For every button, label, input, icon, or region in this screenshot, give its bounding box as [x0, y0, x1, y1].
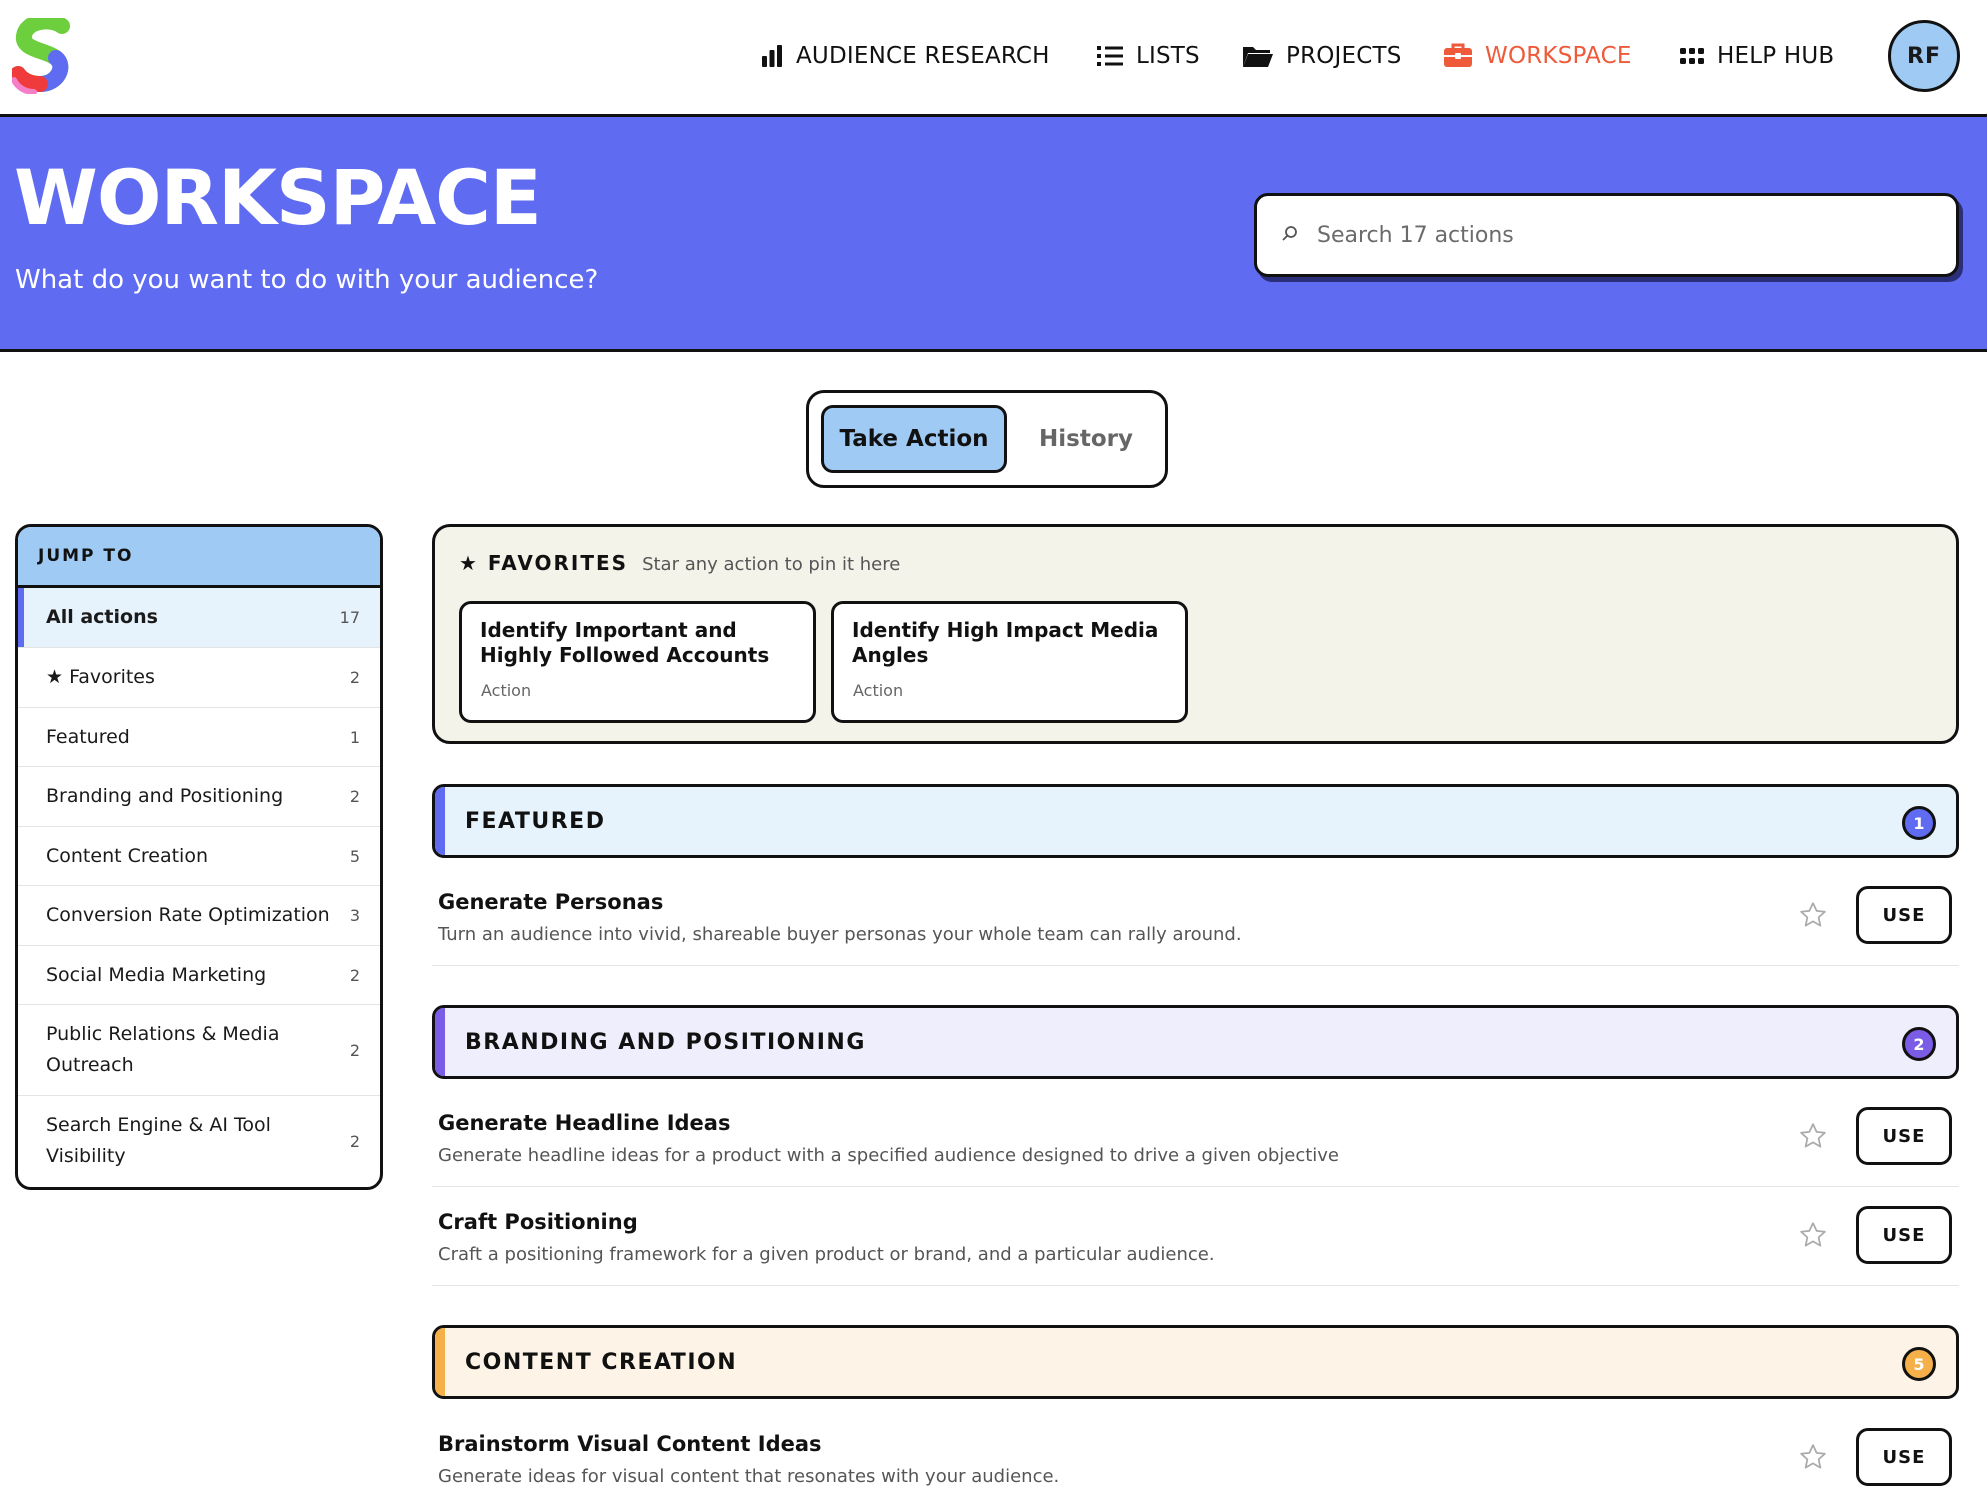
star-icon[interactable] — [1798, 1121, 1828, 1151]
use-button[interactable]: USE — [1856, 1107, 1952, 1165]
favorite-card-title: Identify High Impact Media Angles — [852, 618, 1159, 667]
section-title: CONTENT CREATION — [465, 1349, 738, 1375]
sidebar-item-label: Public Relations & Media Outreach — [46, 1023, 280, 1076]
action-row: Generate Headline Ideas Generate headlin… — [432, 1089, 1959, 1187]
section-title: FEATURED — [465, 808, 606, 834]
sidebar-item-label: All actions — [46, 606, 158, 628]
favorites-header: ★ FAVORITES Star any action to pin it he… — [459, 551, 900, 575]
use-button[interactable]: USE — [1856, 1428, 1952, 1486]
favorite-card-title: Identify Important and Highly Followed A… — [480, 618, 770, 667]
section-accent-bar — [435, 787, 445, 855]
folder-icon — [1242, 43, 1274, 69]
action-name: Craft Positioning — [438, 1210, 638, 1234]
sidebar-item-count: 2 — [349, 787, 360, 806]
star-icon[interactable] — [1798, 900, 1828, 930]
sidebar-item-count: 2 — [349, 965, 360, 985]
sidebar-item-social-media[interactable]: Social Media Marketing 2 — [18, 946, 380, 1005]
section-accent-bar — [435, 1328, 445, 1396]
nav-workspace[interactable]: WORKSPACE — [1443, 36, 1632, 76]
action-description: Turn an audience into vivid, shareable b… — [438, 924, 1242, 945]
logo-icon[interactable] — [10, 13, 74, 95]
tab-take-action[interactable]: Take Action — [821, 405, 1007, 473]
nav-label: HELP HUB — [1717, 43, 1835, 69]
sidebar-item-count: 2 — [349, 668, 360, 687]
section-count-badge: 2 — [1902, 1027, 1936, 1061]
sidebar-item-count: 2 — [349, 1040, 360, 1060]
sidebar-item-label: Social Media Marketing — [46, 963, 267, 986]
nav-label: AUDIENCE RESEARCH — [796, 43, 1050, 69]
jump-to-sidebar: JUMP TO All actions 17 ★ Favorites 2 Fea… — [15, 524, 383, 1190]
section-header-branding: BRANDING AND POSITIONING 2 — [432, 1005, 1959, 1079]
action-description: Generate ideas for visual content that r… — [438, 1466, 1060, 1487]
section-header-featured: FEATURED 1 — [432, 784, 1959, 858]
nav-label: WORKSPACE — [1485, 43, 1632, 69]
sidebar-item-count: 2 — [349, 1131, 360, 1151]
top-navigation: AUDIENCE RESEARCH LISTS PROJECTS WORKSPA… — [0, 0, 1987, 117]
nav-label: LISTS — [1136, 43, 1200, 69]
sidebar-item-label: Branding and Positioning — [46, 785, 284, 807]
sidebar-item-featured[interactable]: Featured 1 — [18, 708, 380, 767]
sidebar-item-count: 3 — [349, 906, 360, 925]
sidebar-item-count: 5 — [349, 846, 360, 866]
sidebar-item-count: 1 — [349, 727, 360, 747]
action-row: Craft Positioning Craft a positioning fr… — [432, 1188, 1959, 1286]
nav-label: PROJECTS — [1286, 43, 1402, 69]
list-icon — [1096, 44, 1124, 68]
page-subtitle: What do you want to do with your audienc… — [15, 265, 599, 295]
star-icon[interactable] — [1798, 1442, 1828, 1472]
page-title: WORKSPACE — [14, 153, 542, 242]
tab-history[interactable]: History — [1013, 405, 1159, 473]
sidebar-item-favorites[interactable]: ★ Favorites 2 — [18, 648, 380, 708]
sidebar-item-label: Conversion Rate Optimization — [46, 904, 330, 926]
sidebar-item-pr[interactable]: Public Relations & Media Outreach 2 — [18, 1005, 380, 1096]
bar-chart-icon — [760, 44, 784, 68]
grid-dots-icon — [1679, 46, 1705, 66]
sidebar-heading: JUMP TO — [18, 527, 380, 588]
action-row: Brainstorm Visual Content Ideas Generate… — [432, 1410, 1959, 1506]
action-name: Generate Personas — [438, 890, 664, 914]
nav-help-hub[interactable]: HELP HUB — [1679, 36, 1834, 76]
page-header: WORKSPACE What do you want to do with yo… — [0, 117, 1987, 352]
section-title: BRANDING AND POSITIONING — [465, 1029, 866, 1055]
sidebar-item-search-visibility[interactable]: Search Engine & AI Tool Visibility 2 — [18, 1096, 380, 1186]
nav-audience-research[interactable]: AUDIENCE RESEARCH — [760, 36, 1050, 76]
sidebar-item-content-creation[interactable]: Content Creation 5 — [18, 827, 380, 886]
action-row: Generate Personas Turn an audience into … — [432, 868, 1959, 966]
favorites-panel: ★ FAVORITES Star any action to pin it he… — [432, 524, 1959, 744]
use-button[interactable]: USE — [1856, 886, 1952, 944]
action-description: Generate headline ideas for a product wi… — [438, 1145, 1340, 1166]
favorites-hint: Star any action to pin it here — [642, 554, 901, 575]
nav-lists[interactable]: LISTS — [1096, 36, 1200, 76]
sidebar-item-branding[interactable]: Branding and Positioning 2 — [18, 767, 380, 827]
favorite-card-type: Action — [853, 681, 904, 700]
section-count-badge: 5 — [1902, 1347, 1936, 1381]
sidebar-item-all-actions[interactable]: All actions 17 — [18, 588, 380, 648]
briefcase-icon — [1443, 43, 1473, 69]
sidebar-item-count: 17 — [339, 608, 360, 627]
view-toggle: Take Action History — [806, 390, 1168, 488]
use-button[interactable]: USE — [1856, 1206, 1952, 1264]
sidebar-item-label: Featured — [46, 725, 130, 748]
favorite-card-type: Action — [481, 681, 532, 700]
favorites-title: ★ FAVORITES — [459, 551, 629, 575]
favorite-card[interactable]: Identify Important and Highly Followed A… — [459, 601, 816, 723]
section-count-badge: 1 — [1902, 806, 1936, 840]
sidebar-item-cro[interactable]: Conversion Rate Optimization 3 — [18, 886, 380, 946]
favorite-card[interactable]: Identify High Impact Media Angles Action — [831, 601, 1188, 723]
section-accent-bar — [435, 1008, 445, 1076]
nav-projects[interactable]: PROJECTS — [1242, 36, 1402, 76]
action-description: Craft a positioning framework for a give… — [438, 1244, 1215, 1265]
action-name: Generate Headline Ideas — [438, 1111, 731, 1135]
sidebar-item-label: Content Creation — [46, 844, 208, 867]
sidebar-item-label: ★ Favorites — [46, 666, 155, 688]
action-name: Brainstorm Visual Content Ideas — [438, 1432, 822, 1456]
star-icon[interactable] — [1798, 1220, 1828, 1250]
search-box — [1254, 193, 1959, 277]
section-header-content-creation: CONTENT CREATION 5 — [432, 1325, 1959, 1399]
sidebar-item-label: Search Engine & AI Tool Visibility — [46, 1114, 271, 1167]
search-input[interactable] — [1317, 222, 1917, 248]
search-icon — [1281, 224, 1299, 246]
avatar[interactable]: RF — [1888, 20, 1960, 92]
